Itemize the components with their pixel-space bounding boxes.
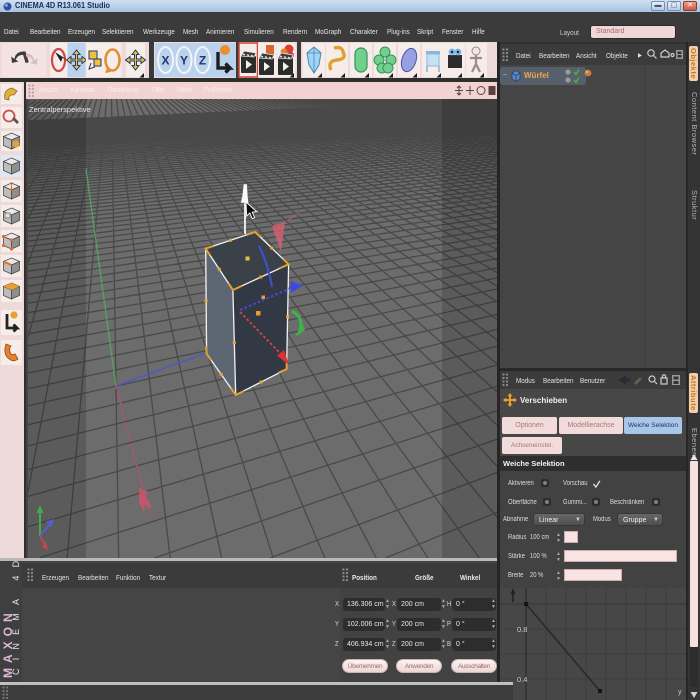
svg-text:X: X: [161, 54, 169, 68]
svg-text:Y: Y: [180, 54, 188, 68]
svg-text:0.4: 0.4: [517, 675, 527, 684]
svg-text:y: y: [678, 689, 682, 696]
svg-text:Z: Z: [199, 54, 206, 68]
svg-text:Zentralperspektive: Zentralperspektive: [29, 105, 91, 114]
svg-text:0.8: 0.8: [517, 625, 527, 634]
